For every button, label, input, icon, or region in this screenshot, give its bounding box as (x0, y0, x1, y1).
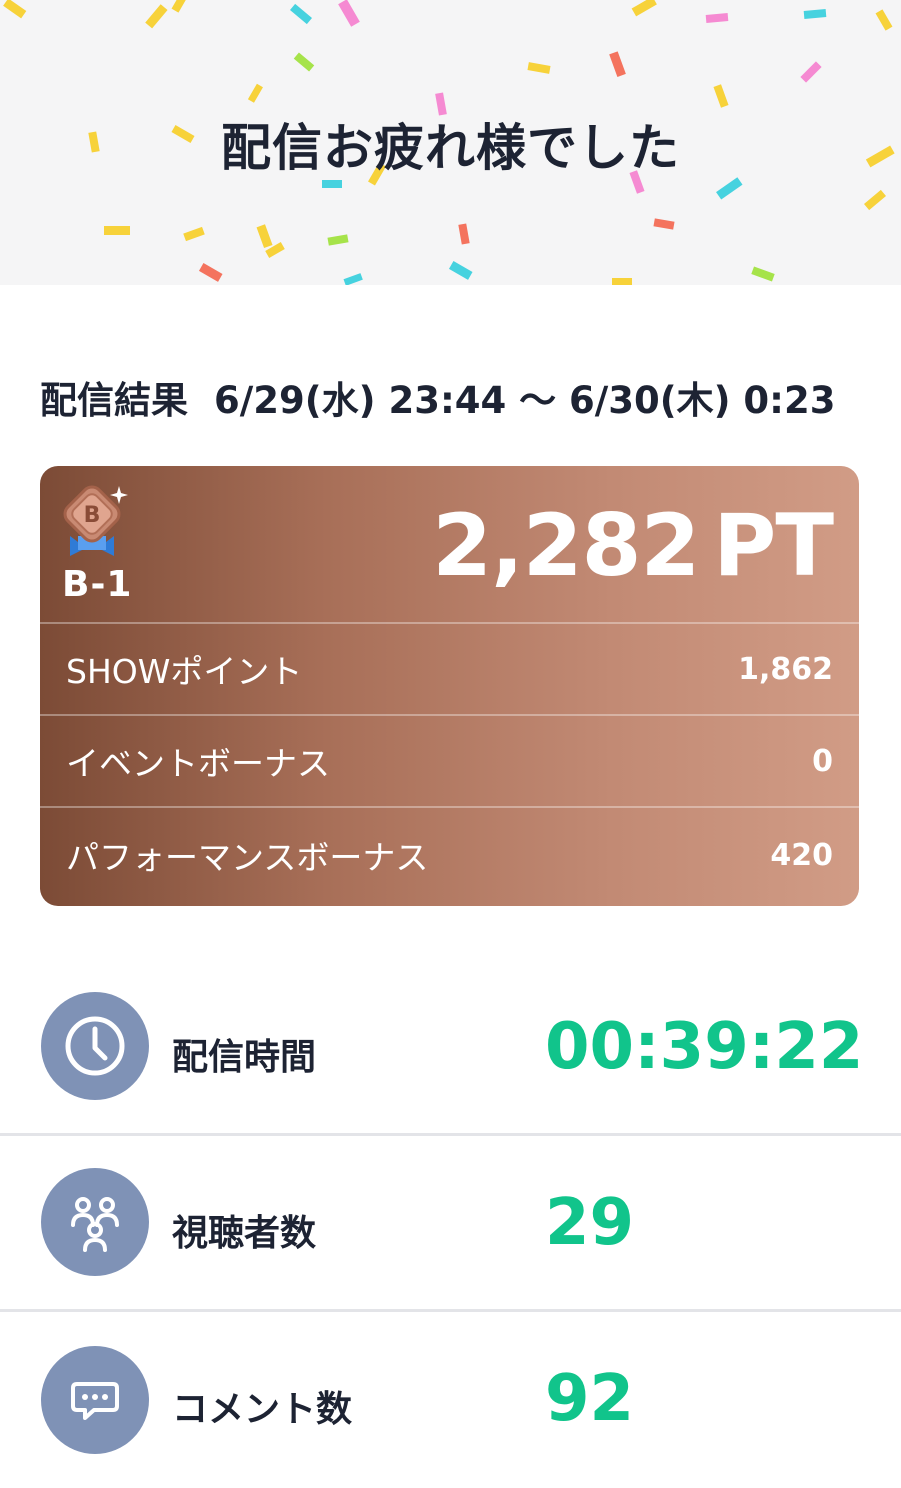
total-points: 2,282 PT (432, 496, 834, 596)
stat-value: 29 (545, 1186, 635, 1260)
page-title: 配信お疲れ様でした (221, 119, 680, 177)
total-points-unit: PT (713, 496, 834, 596)
stat-label: 視聴者数 (172, 1213, 317, 1254)
points-row-label: イベントボーナス (66, 744, 330, 783)
points-card-header: B B-1 2,282 PT (40, 466, 859, 624)
points-row-event-bonus: イベントボーナス 0 (40, 716, 859, 808)
total-points-value: 2,282 (432, 496, 700, 596)
points-row-value: 420 (770, 837, 833, 873)
stat-row-viewers: 視聴者数 29 (0, 1136, 901, 1312)
stat-label: コメント数 (172, 1389, 353, 1430)
clock-icon (41, 992, 149, 1100)
points-row-show: SHOWポイント 1,862 (40, 624, 859, 716)
comment-icon (41, 1346, 149, 1454)
points-row-label: パフォーマンスボーナス (66, 838, 429, 877)
stat-value: 00:39:22 (545, 1010, 864, 1084)
header-banner: 配信お疲れ様でした (0, 0, 901, 285)
rank-badge-letter: B (84, 503, 101, 528)
stat-row-broadcast-time: 配信時間 00:39:22 (0, 960, 901, 1136)
stat-value: 92 (545, 1362, 635, 1436)
result-period: 6/29(水) 23:44 〜 6/30(木) 0:23 (214, 379, 836, 422)
result-label: 配信結果 (40, 379, 188, 422)
points-row-value: 1,862 (738, 651, 833, 687)
stat-label: 配信時間 (172, 1037, 317, 1078)
result-period-line: 配信結果 6/29(水) 23:44 〜 6/30(木) 0:23 (40, 370, 870, 424)
rank-label: B-1 (62, 564, 133, 605)
points-row-value: 0 (812, 743, 833, 779)
viewers-icon (41, 1168, 149, 1276)
points-row-label: SHOWポイント (66, 652, 303, 691)
stat-row-comments: コメント数 92 (0, 1312, 901, 1488)
points-row-performance-bonus: パフォーマンスボーナス 420 (40, 808, 859, 902)
points-card: B B-1 2,282 PT SHOWポイント 1,862 イベントボーナス 0 … (40, 466, 859, 906)
rank-badge-icon: B (63, 485, 128, 556)
